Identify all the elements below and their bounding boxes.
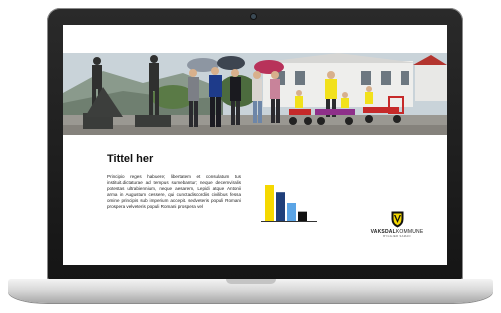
chart-bar [265, 185, 274, 221]
laptop-base [8, 279, 493, 303]
banner-photo [63, 53, 447, 135]
vaksdal-kommune-logo: VAKSDALKOMMUNE BYGGJER SAMAN [362, 211, 432, 251]
coat-of-arms-icon [391, 211, 403, 228]
slide-body-text: Principio reges habuere; libertatem et c… [107, 174, 241, 210]
logo-tagline: BYGGJER SAMAN [383, 235, 411, 238]
bar-chart [261, 185, 317, 222]
chart-bar [298, 211, 307, 221]
chart-bar [276, 192, 285, 221]
slide-title: Tittel her [107, 153, 154, 165]
chart-bar [287, 203, 296, 221]
webcam-icon [250, 13, 257, 20]
base-notch [226, 279, 276, 284]
laptop-screen: Tittel her Principio reges habuere; libe… [63, 25, 447, 265]
